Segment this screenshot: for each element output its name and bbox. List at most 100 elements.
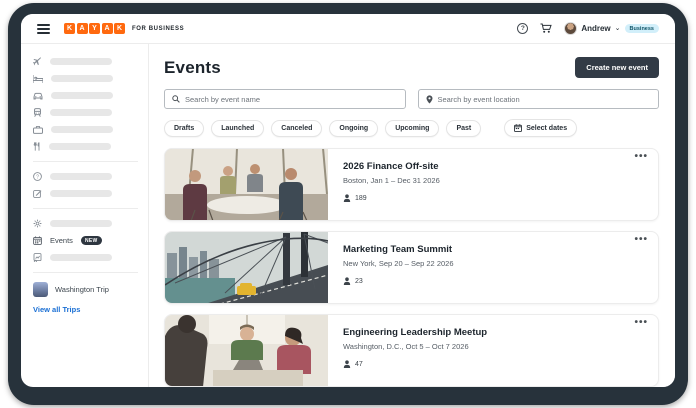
- sidebar-item-support[interactable]: ?: [33, 168, 138, 185]
- event-title: Engineering Leadership Meetup: [343, 327, 644, 338]
- event-title: Marketing Team Summit: [343, 244, 644, 255]
- sidebar-item-stays[interactable]: [33, 70, 138, 87]
- more-options-icon[interactable]: •••: [634, 151, 648, 162]
- device-frame: K A Y A K FOR BUSINESS ? Andrew: [8, 3, 688, 405]
- logo-tile: A: [102, 23, 113, 34]
- trip-label: Washington Trip: [55, 285, 109, 294]
- new-badge: NEW: [81, 236, 102, 245]
- sidebar-item-planning[interactable]: [33, 185, 138, 202]
- sidebar-divider: [33, 208, 138, 209]
- create-new-event-button[interactable]: Create new event: [575, 57, 659, 78]
- sidebar-trip-washington[interactable]: Washington Trip: [33, 279, 138, 299]
- kayak-logo[interactable]: K A Y A K: [64, 23, 125, 34]
- select-dates-button[interactable]: Select dates: [504, 119, 577, 137]
- sidebar: ? Events NEW: [21, 44, 149, 387]
- skeleton-bar: [50, 254, 112, 261]
- skeleton-bar: [51, 92, 113, 99]
- event-subtitle: Boston, Jan 1 – Dec 31 2026: [343, 176, 644, 185]
- attendee-count: 47: [355, 361, 363, 368]
- skeleton-bar: [51, 126, 113, 133]
- filter-chip-launched[interactable]: Launched: [211, 120, 264, 137]
- filter-chip-drafts[interactable]: Drafts: [164, 120, 204, 137]
- sidebar-events-label: Events: [50, 236, 73, 245]
- more-options-icon[interactable]: •••: [634, 234, 648, 245]
- stage: K A Y A K FOR BUSINESS ? Andrew: [0, 0, 696, 408]
- event-location-search[interactable]: [418, 89, 660, 109]
- search-icon: [172, 95, 180, 103]
- attendee-count: 23: [355, 278, 363, 285]
- sidebar-item-cars[interactable]: [33, 87, 138, 104]
- logo-tile: Y: [89, 23, 100, 34]
- event-subtitle: New York, Sep 20 – Sep 22 2026: [343, 259, 644, 268]
- event-title: 2026 Finance Off-site: [343, 161, 644, 172]
- app-screen: K A Y A K FOR BUSINESS ? Andrew: [21, 14, 675, 387]
- calendar-icon: [514, 124, 522, 132]
- sidebar-item-flights[interactable]: [33, 53, 138, 70]
- sidebar-item-dining[interactable]: [33, 138, 138, 155]
- cart-icon[interactable]: [540, 23, 552, 34]
- trip-thumbnail: [33, 282, 48, 297]
- logo-tile: K: [64, 23, 75, 34]
- event-subtitle: Washington, D.C., Oct 5 – Oct 7 2026: [343, 342, 644, 351]
- location-pin-icon: [426, 95, 433, 104]
- skeleton-bar: [49, 143, 111, 150]
- sidebar-item-packages[interactable]: [33, 121, 138, 138]
- support-icon: ?: [33, 172, 42, 181]
- bed-icon: [33, 75, 43, 83]
- main-content: Events Create new event: [149, 44, 675, 387]
- sidebar-item-events[interactable]: Events NEW: [33, 232, 138, 249]
- attendee-count: 189: [355, 195, 367, 202]
- skeleton-bar: [50, 173, 112, 180]
- filter-chip-past[interactable]: Past: [446, 120, 481, 137]
- event-name-search[interactable]: [164, 89, 406, 109]
- calendar-icon: [33, 236, 42, 245]
- business-badge: Business: [625, 24, 659, 33]
- for-business-label: FOR BUSINESS: [132, 26, 184, 32]
- user-profile-menu[interactable]: Andrew ⌄ Business: [564, 22, 659, 35]
- office-meeting-photo: [165, 315, 328, 386]
- meeting-room-photo: [165, 149, 328, 220]
- filter-chip-canceled[interactable]: Canceled: [271, 120, 322, 137]
- view-all-trips-link[interactable]: View all Trips: [33, 305, 138, 314]
- help-icon[interactable]: ?: [517, 23, 528, 34]
- new-york-bridge-photo: [165, 232, 328, 303]
- attendee-icon: [343, 277, 351, 285]
- menu-icon[interactable]: [37, 24, 50, 34]
- filter-chip-upcoming[interactable]: Upcoming: [385, 120, 439, 137]
- svg-text:?: ?: [36, 174, 39, 180]
- gear-icon: [33, 219, 42, 228]
- sidebar-item-trains[interactable]: [33, 104, 138, 121]
- event-card[interactable]: Marketing Team Summit New York, Sep 20 –…: [164, 231, 659, 304]
- filter-chips: Drafts Launched Canceled Ongoing Upcomin…: [164, 119, 659, 137]
- attendee-icon: [343, 360, 351, 368]
- skeleton-bar: [50, 58, 112, 65]
- train-icon: [33, 108, 42, 117]
- logo-tile: K: [114, 23, 125, 34]
- avatar: [564, 22, 577, 35]
- skeleton-bar: [50, 220, 112, 227]
- attendee-icon: [343, 194, 351, 202]
- dining-icon: [33, 142, 41, 151]
- sidebar-divider: [33, 161, 138, 162]
- sidebar-item-reports[interactable]: [33, 249, 138, 266]
- skeleton-bar: [50, 109, 112, 116]
- search-by-event-name-input[interactable]: [185, 95, 398, 104]
- chevron-down-icon: ⌄: [615, 25, 621, 32]
- search-by-event-location-input[interactable]: [438, 95, 652, 104]
- event-card[interactable]: Engineering Leadership Meetup Washington…: [164, 314, 659, 387]
- page-title: Events: [164, 58, 221, 78]
- sidebar-divider: [33, 272, 138, 273]
- car-icon: [33, 92, 43, 100]
- event-list: 2026 Finance Off-site Boston, Jan 1 – De…: [164, 148, 659, 387]
- report-icon: [33, 253, 42, 262]
- select-dates-label: Select dates: [526, 125, 567, 132]
- filter-chip-ongoing[interactable]: Ongoing: [329, 120, 378, 137]
- logo-tile: A: [77, 23, 88, 34]
- sidebar-item-settings[interactable]: [33, 215, 138, 232]
- skeleton-bar: [50, 190, 112, 197]
- more-options-icon[interactable]: •••: [634, 317, 648, 328]
- packages-icon: [33, 126, 43, 134]
- event-card[interactable]: 2026 Finance Off-site Boston, Jan 1 – De…: [164, 148, 659, 221]
- top-bar: K A Y A K FOR BUSINESS ? Andrew: [21, 14, 675, 44]
- edit-icon: [33, 189, 42, 198]
